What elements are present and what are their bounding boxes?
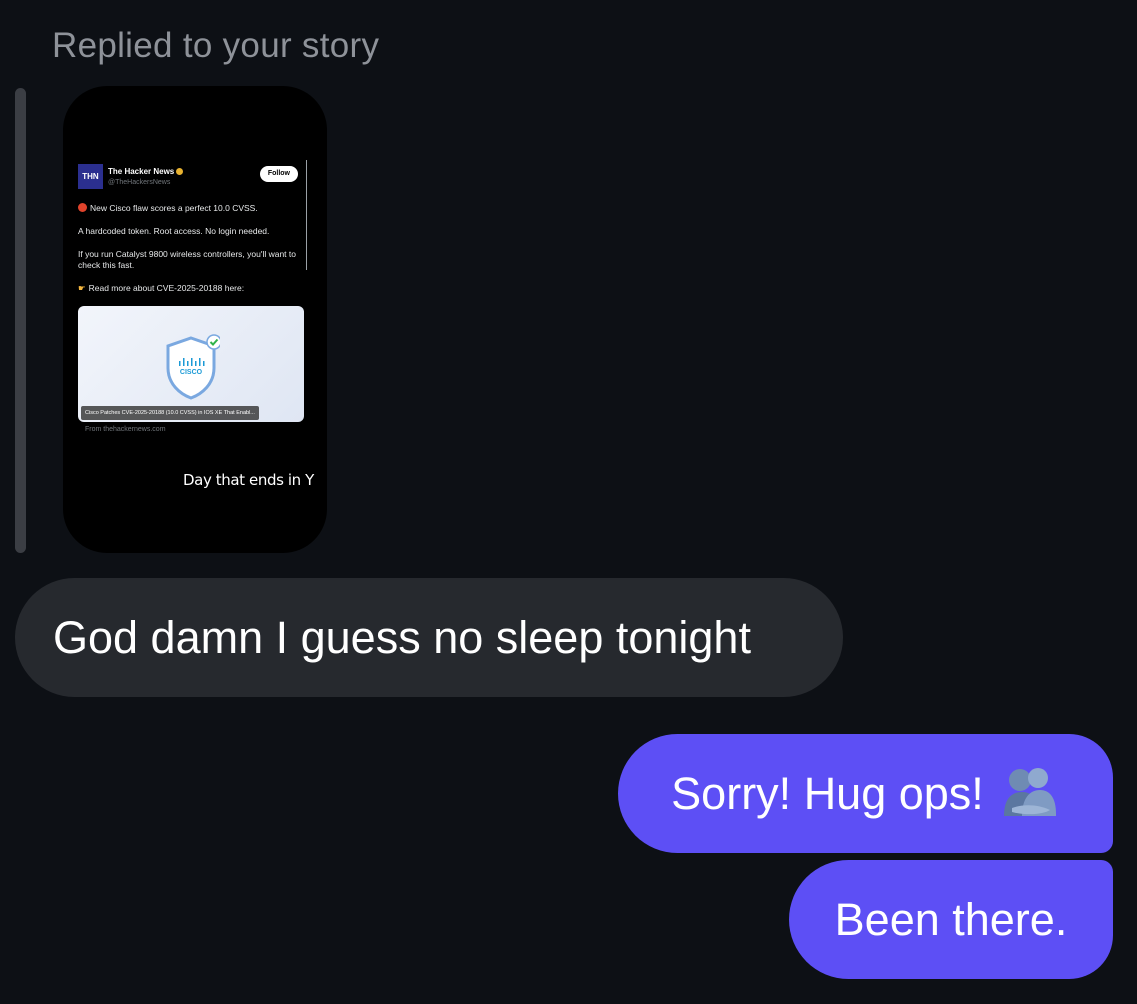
account-name-text: The Hacker News (108, 167, 175, 176)
tweet-line-3: If you run Catalyst 9800 wireless contro… (78, 249, 296, 270)
tweet-line-4: ☛ Read more about CVE-2025-20188 here: (78, 283, 304, 294)
pointing-hand-icon: ☛ (78, 283, 86, 293)
outgoing-message-text: Been there. (834, 893, 1068, 945)
tweet-scrollbar (306, 160, 307, 270)
story-reply-label: Replied to your story (52, 26, 380, 65)
story-preview[interactable]: THN The Hacker News @TheHackersNews Foll… (63, 86, 327, 553)
tweet-line-4-text: Read more about CVE-2025-20188 here: (88, 283, 245, 293)
tweet-line-1: New Cisco flaw scores a perfect 10.0 CVS… (78, 203, 304, 214)
verified-badge-icon (176, 168, 184, 176)
people-hugging-icon (1003, 767, 1056, 816)
tweet-line-1-text: New Cisco flaw scores a perfect 10.0 CVS… (90, 203, 258, 213)
story-caption: Day that ends in Y (183, 471, 314, 489)
shield-check-icon: CISCO (166, 334, 220, 400)
outgoing-message-bubble[interactable]: Been there. (789, 860, 1113, 979)
tweet-header: THN The Hacker News @TheHackersNews Foll… (78, 160, 304, 190)
link-preview-card: CISCO Cisco Patches CVE-2025-20188 (10.0… (78, 306, 304, 422)
tweet-line-2: A hardcoded token. Root access. No login… (78, 226, 270, 236)
follow-button: Follow (259, 166, 298, 182)
dm-thread: Replied to your story THN The Hacker New… (0, 0, 1137, 1004)
card-brand-text: CISCO (180, 369, 203, 376)
tweet-screenshot: THN The Hacker News @TheHackersNews Foll… (78, 160, 307, 436)
link-source: From thehackernews.com (85, 426, 166, 433)
outgoing-message-text: Sorry! Hug ops! (671, 767, 984, 819)
incoming-message-text: God damn I guess no sleep tonight (53, 611, 751, 663)
card-caption: Cisco Patches CVE-2025-20188 (10.0 CVSS)… (81, 406, 259, 420)
red-circle-icon (78, 203, 87, 212)
outgoing-message-bubble[interactable]: Sorry! Hug ops! (618, 734, 1113, 853)
incoming-message-bubble[interactable]: God damn I guess no sleep tonight (15, 578, 843, 697)
account-handle: @TheHackersNews (108, 179, 171, 186)
account-logo: THN (78, 164, 103, 189)
reply-indicator-bar (15, 88, 26, 553)
